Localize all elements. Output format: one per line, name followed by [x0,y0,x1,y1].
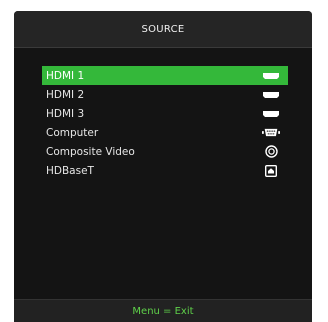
hdmi-icon [262,108,280,120]
source-item-computer[interactable]: Computer [42,123,288,142]
source-list: HDMI 1 HDMI 2 HDMI 3 Computer Composite … [42,66,288,180]
exit-hint: Menu = Exit [132,305,194,317]
source-item-hdmi-2[interactable]: HDMI 2 [42,85,288,104]
hdbaset-icon [262,164,280,177]
vga-icon [262,127,280,139]
menu-header: SOURCE [14,11,312,48]
source-label: HDBaseT [46,164,94,177]
source-label: Composite Video [46,145,135,158]
source-item-hdmi-1[interactable]: HDMI 1 [42,66,288,85]
source-label: HDMI 2 [46,88,85,101]
menu-title: SOURCE [141,23,185,35]
composite-icon [262,145,280,158]
source-item-composite-video[interactable]: Composite Video [42,142,288,161]
source-label: HDMI 3 [46,107,85,120]
source-label: Computer [46,126,99,139]
hdmi-icon [262,70,280,82]
hdmi-icon [262,89,280,101]
source-item-hdmi-3[interactable]: HDMI 3 [42,104,288,123]
source-item-hdbaset[interactable]: HDBaseT [42,161,288,180]
menu-footer: Menu = Exit [14,299,312,322]
source-menu: SOURCE HDMI 1 HDMI 2 HDMI 3 Computer Com… [14,11,312,322]
source-label: HDMI 1 [46,69,85,82]
